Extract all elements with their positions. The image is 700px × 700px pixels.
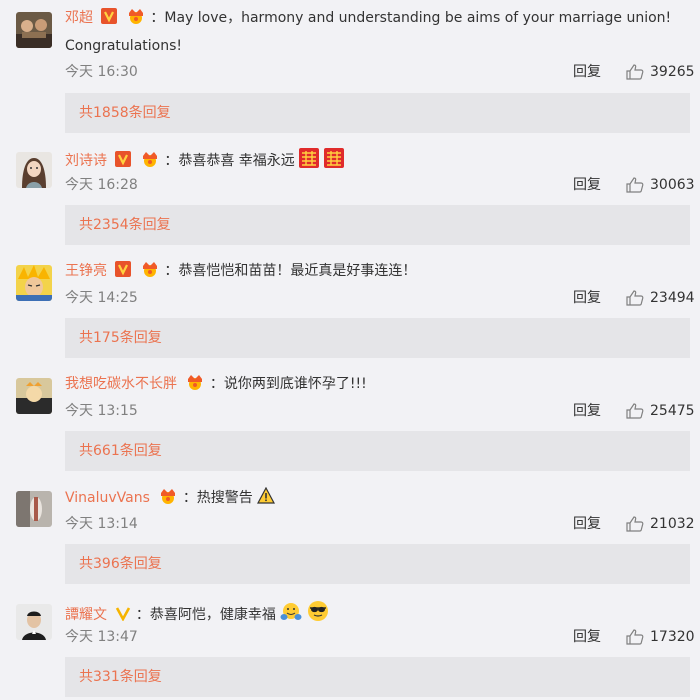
like-button[interactable]: 25475 [626,401,695,421]
comment-time: 今天 16:30 [65,64,138,80]
comment-time: 今天 14:25 [65,290,138,306]
thumbs-up-icon [626,64,644,80]
view-replies-link[interactable]: 共331条回复 [79,657,162,697]
verified-v-icon [115,605,131,627]
view-replies-link[interactable]: 共661条回复 [79,431,162,471]
like-count: 17320 [650,629,695,645]
like-count: 25475 [650,403,695,419]
like-button[interactable]: 39265 [626,62,695,82]
comment-text: ：热搜警告 [182,490,253,506]
member-crown-icon [140,261,160,283]
verified-v-icon [115,151,132,173]
like-count: 39265 [650,64,695,80]
thumbs-up-icon [626,403,644,419]
replies-panel: 共2354条回复 [65,205,690,245]
comment-text: ：说你两到底谁怀孕了!!! [209,376,367,392]
comment-text-continued: Congratulations! [65,38,182,54]
reply-button[interactable]: 回复 [573,62,601,82]
thumbs-up-icon [626,290,644,306]
avatar[interactable] [16,265,52,301]
comment-text: ：May love，harmony and understanding be a… [150,10,672,26]
reply-button[interactable]: 回复 [573,514,601,534]
comment-item: 王铮亮 ：恭喜恺恺和苗苗！最近真是好事连连！ 今天 14:25 回复 23494… [0,253,700,363]
comment-text: ：恭喜恺恺和苗苗！最近真是好事连连！ [164,263,417,279]
reply-button[interactable]: 回复 [573,401,601,421]
replies-panel: 共396条回复 [65,544,690,584]
double-happiness-emoji-icon [299,148,320,174]
comment-item: 譚耀文 ：恭喜阿恺，健康幸福 今天 13:47 回复 17320 共331条回复 [0,592,700,700]
like-button[interactable]: 30063 [626,175,695,195]
avatar[interactable] [16,491,52,527]
sunglasses-emoji-icon [307,600,329,628]
user-name[interactable]: VinaluvVans [65,490,150,506]
view-replies-link[interactable]: 共1858条回复 [79,93,171,133]
user-name[interactable]: 邓超 [65,10,93,26]
avatar[interactable] [16,152,52,188]
comment-item: 刘诗诗 ：恭喜恭喜 幸福永远 今天 16:28 回复 30063 共2354条回… [0,140,700,250]
like-count: 30063 [650,177,695,193]
reply-button[interactable]: 回复 [573,627,601,647]
thumbs-up-icon [626,629,644,645]
comment-text: ：恭喜恭喜 幸福永远 [164,153,295,169]
member-crown-icon [185,374,205,396]
view-replies-link[interactable]: 共396条回复 [79,544,162,584]
avatar[interactable] [16,378,52,414]
reply-button[interactable]: 回复 [573,288,601,308]
view-replies-link[interactable]: 共175条回复 [79,318,162,358]
verified-v-icon [101,8,118,30]
user-name[interactable]: 我想吃碳水不长胖 [65,376,177,392]
double-happiness-emoji-icon [323,148,344,174]
replies-panel: 共1858条回复 [65,93,690,133]
avatar[interactable] [16,12,52,48]
like-count: 21032 [650,516,695,532]
thumbs-up-icon [626,177,644,193]
view-replies-link[interactable]: 共2354条回复 [79,205,171,245]
user-name[interactable]: 譚耀文 [65,607,107,623]
comment-time: 今天 13:15 [65,403,138,419]
like-count: 23494 [650,290,695,306]
avatar[interactable] [16,604,52,640]
comment-item: 我想吃碳水不长胖 ：说你两到底谁怀孕了!!! 今天 13:15 回复 25475… [0,366,700,476]
reply-button[interactable]: 回复 [573,175,601,195]
comment-list: 邓超 ：May love，harmony and understanding b… [0,0,700,700]
replies-panel: 共661条回复 [65,431,690,471]
like-button[interactable]: 17320 [626,627,695,647]
member-crown-icon [140,151,160,173]
member-crown-icon [126,8,146,30]
warning-emoji-icon [257,486,276,511]
comment-item: 邓超 ：May love，harmony and understanding b… [0,0,700,136]
member-crown-icon [158,488,178,510]
user-name[interactable]: 王铮亮 [65,263,107,279]
comment-text: ：恭喜阿恺，健康幸福 [135,607,276,623]
comment-time: 今天 13:14 [65,516,138,532]
comment-item: VinaluvVans ：热搜警告 今天 13:14 回复 21032 共396… [0,479,700,589]
like-button[interactable]: 21032 [626,514,695,534]
hugging-face-emoji-icon [280,602,302,628]
like-button[interactable]: 23494 [626,288,695,308]
thumbs-up-icon [626,516,644,532]
user-name[interactable]: 刘诗诗 [65,153,107,169]
verified-v-icon [115,261,132,283]
replies-panel: 共331条回复 [65,657,690,697]
replies-panel: 共175条回复 [65,318,690,358]
comment-time: 今天 16:28 [65,177,138,193]
comment-time: 今天 13:47 [65,629,138,645]
